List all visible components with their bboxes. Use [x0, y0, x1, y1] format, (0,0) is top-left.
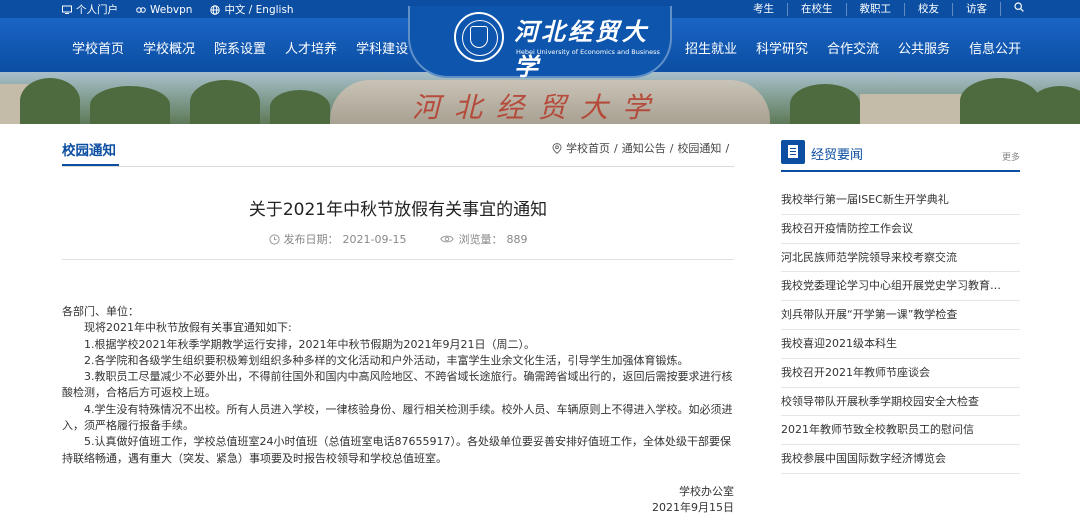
breadcrumb-campus-notice[interactable]: 校园通知	[677, 140, 721, 156]
breadcrumb-notices[interactable]: 通知公告	[622, 140, 666, 156]
nav-item-admissions[interactable]: 招生就业	[685, 38, 737, 57]
article-paragraph: 2.各学院和各级学生组织要积极筹划组织多种多样的文化活动和户外活动，丰富学生业余…	[84, 353, 689, 367]
view-count-label: 浏览量：	[458, 233, 503, 246]
location-icon	[552, 142, 562, 154]
eye-icon	[440, 235, 455, 243]
article-body: 各部门、单位： 现将2021年中秋节放假有关事宜通知如下: 1.根据学校2021…	[62, 304, 734, 467]
nav-item-departments[interactable]: 院系设置	[214, 38, 266, 57]
banner-tree	[1030, 86, 1080, 124]
webvpn-link[interactable]: Webvpn	[136, 2, 192, 17]
search-icon	[1014, 2, 1024, 12]
banner-stone-text: 河北经贸大学	[412, 91, 665, 124]
news-document-icon	[781, 140, 805, 164]
view-count: 浏览量： 889	[440, 231, 527, 247]
language-link[interactable]: 中文 / English	[210, 2, 294, 17]
banner-tree	[960, 78, 1040, 124]
breadcrumb: 学校首页 / 通知公告 / 校园通知 /	[552, 140, 729, 156]
nav-left-group: 学校首页 学校概况 院系设置 人才培养 学科建设	[72, 38, 408, 57]
section-title: 校园通知	[62, 143, 116, 159]
nav-item-education[interactable]: 人才培养	[285, 38, 337, 57]
university-seal-icon	[454, 12, 504, 62]
language-link-label: 中文 / English	[224, 4, 294, 16]
news-item[interactable]: 刘兵带队开展“开学第一课”教学检查	[781, 301, 1020, 330]
article-divider	[62, 259, 734, 260]
article-paragraph: 3.教职员工尽量减少不必要外出，不得前往国外和国内中高风险地区、不跨省域长途旅行…	[62, 370, 733, 400]
article-signature: 学校办公室	[679, 485, 734, 498]
news-item[interactable]: 我校党委理论学习中心组开展党史学习教育…	[781, 272, 1020, 302]
link-staff[interactable]: 教职工	[845, 2, 905, 16]
breadcrumb-sep: /	[725, 141, 730, 155]
logo-name-en: Hebei University of Economics and Busine…	[516, 48, 660, 56]
news-item[interactable]: 河北民族师范学院领导来校考察交流	[781, 244, 1020, 273]
nav-item-services[interactable]: 公共服务	[898, 38, 950, 57]
nav-item-disciplines[interactable]: 学科建设	[356, 38, 408, 57]
news-item[interactable]: 我校召开疫情防控工作会议	[781, 215, 1020, 244]
news-item[interactable]: 我校召开2021年教师节座谈会	[781, 359, 1020, 388]
nav-item-home[interactable]: 学校首页	[72, 38, 124, 57]
article-sign-date: 2021年9月15日	[652, 501, 734, 514]
portal-link-label: 个人门户	[76, 4, 118, 16]
news-item[interactable]: 2021年教师节致全校教职员工的慰问信	[781, 416, 1020, 446]
sidebar-news-list: 我校举行第一届ISEC新生开学典礼 我校召开疫情防控工作会议 河北民族师范学院领…	[781, 186, 1020, 474]
nav-item-overview[interactable]: 学校概况	[143, 38, 195, 57]
banner-tree	[20, 78, 80, 124]
breadcrumb-sep: /	[614, 141, 618, 155]
publish-date-label: 发布日期：	[283, 233, 339, 246]
sidebar-more-link[interactable]: 更多	[1002, 150, 1020, 163]
publish-date: 发布日期： 2021-09-15	[268, 231, 407, 247]
banner-tree	[270, 90, 330, 124]
link-icon	[136, 6, 146, 13]
link-alumni[interactable]: 校友	[904, 2, 952, 16]
webvpn-link-label: Webvpn	[150, 3, 193, 16]
article-meta: 发布日期： 2021-09-15 浏览量： 889	[62, 231, 734, 247]
sidebar-title: 经贸要闻	[811, 148, 864, 163]
link-visitor[interactable]: 访客	[952, 2, 1000, 16]
link-applicant[interactable]: 考生	[740, 3, 787, 16]
top-right-links: 考生 在校生 教职工 校友 访客	[740, 2, 1024, 16]
nav-item-cooperation[interactable]: 合作交流	[827, 38, 879, 57]
article-paragraph: 4.学生没有特殊情况不出校。所有人员进入学校，一律核验身份、履行相关检测手续。校…	[62, 402, 733, 433]
globe-icon	[210, 4, 221, 15]
banner-tree	[90, 86, 170, 124]
search-button[interactable]	[1000, 2, 1024, 16]
view-count-value: 889	[506, 232, 528, 246]
monitor-icon	[62, 5, 72, 14]
university-logo[interactable]: 河北经贸大学 Hebei University of Economics and…	[408, 6, 672, 81]
article-title: 关于2021年中秋节放假有关事宜的通知	[248, 200, 548, 220]
banner-tree	[790, 84, 860, 124]
publish-date-value: 2021-09-15	[342, 232, 407, 246]
news-item[interactable]: 我校举行第一届ISEC新生开学典礼	[781, 186, 1020, 215]
link-student[interactable]: 在校生	[787, 2, 846, 16]
news-item[interactable]: 校领导带队开展秋季学期校园安全大检查	[781, 388, 1020, 417]
breadcrumb-sep: /	[669, 141, 674, 155]
news-item[interactable]: 我校参展中国国际数字经济博览会	[781, 445, 1020, 474]
article-greeting: 各部门、单位：	[62, 305, 139, 318]
nav-item-research[interactable]: 科学研究	[756, 38, 808, 57]
article-paragraph: 1.根据学校2021年秋季学期教学运行安排，2021年中秋节假期为2021年9月…	[84, 337, 535, 351]
portal-link[interactable]: 个人门户	[62, 2, 118, 17]
banner-tree	[190, 80, 260, 124]
sidebar-divider	[781, 170, 1020, 172]
news-item[interactable]: 我校喜迎2021级本科生	[781, 330, 1020, 359]
section-divider	[62, 166, 734, 167]
breadcrumb-home[interactable]: 学校首页	[566, 140, 610, 156]
nav-item-disclosure[interactable]: 信息公开	[969, 38, 1021, 57]
article-paragraph: 5.认真做好值班工作，学校总值班室24小时值班（总值班室电话87655917）。…	[62, 435, 731, 465]
top-left-links: 个人门户 Webvpn 中文 / English	[62, 2, 294, 17]
clock-icon	[268, 233, 280, 245]
nav-right-group: 招生就业 科学研究 合作交流 公共服务 信息公开	[685, 38, 1021, 57]
article-paragraph: 现将2021年中秋节放假有关事宜通知如下:	[84, 321, 292, 335]
logo-name-cn: 河北经贸大学	[514, 17, 649, 81]
